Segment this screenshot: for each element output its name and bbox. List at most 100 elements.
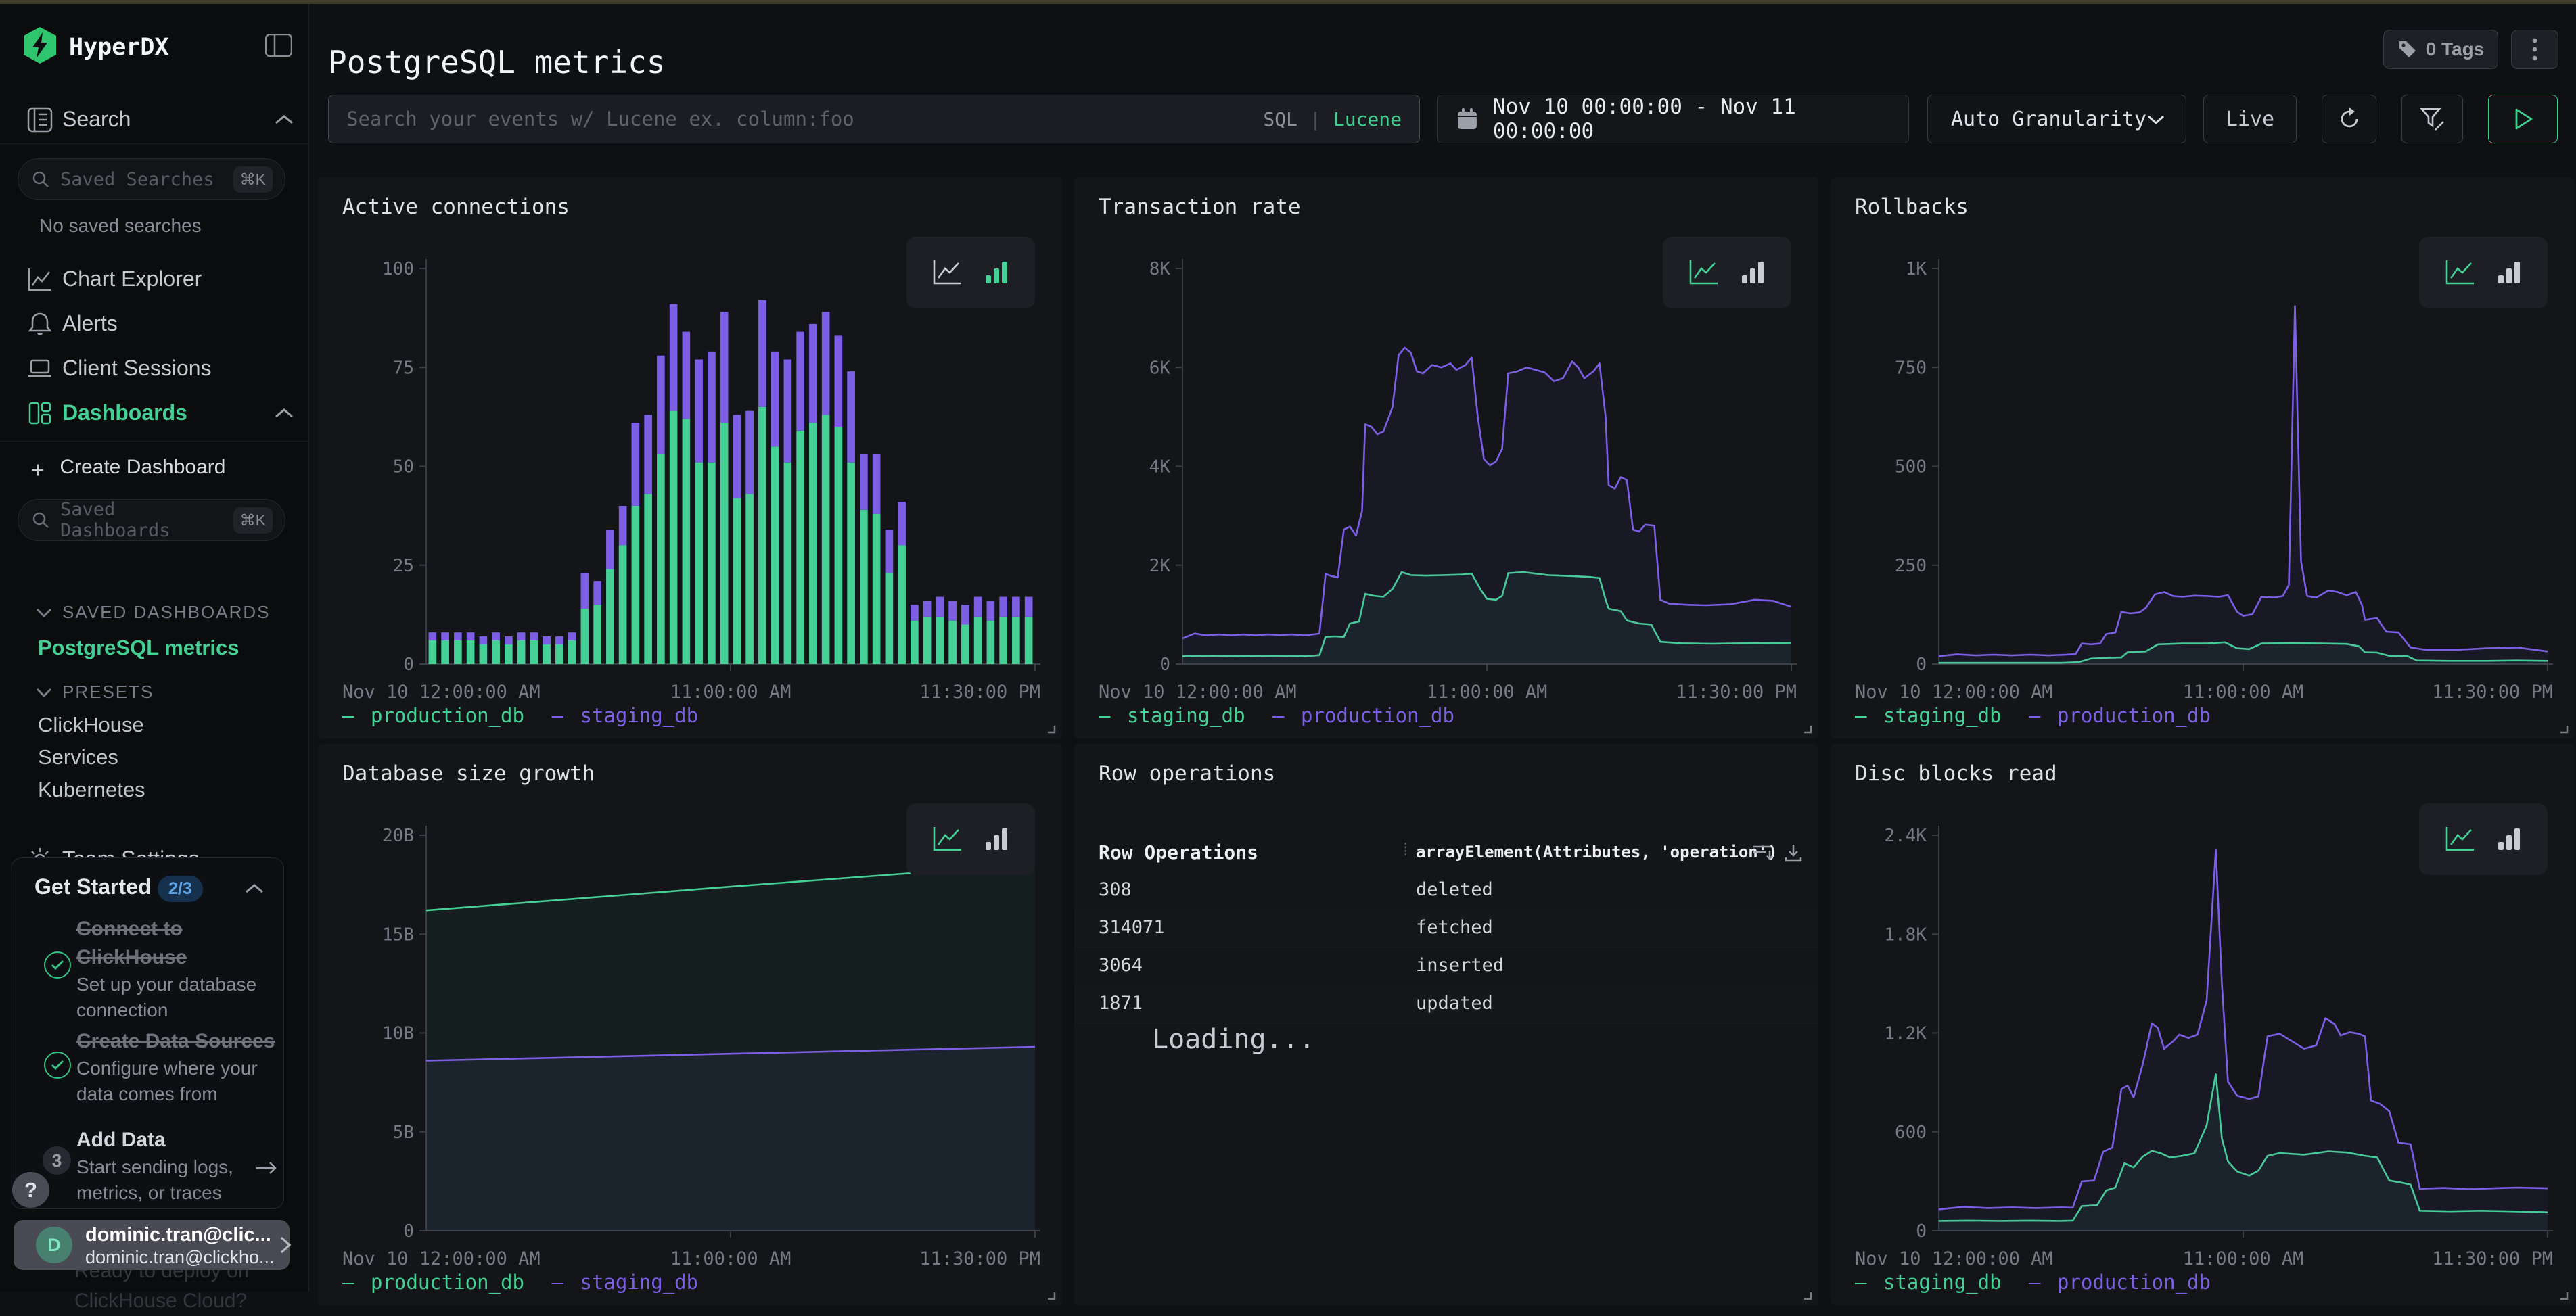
bar-chart-toggle-icon[interactable]: [982, 824, 1011, 854]
svg-text:—: —: [1099, 704, 1111, 727]
date-range-picker[interactable]: Nov 10 00:00:00 - Nov 11 00:00:00: [1437, 95, 1909, 143]
row-count: 1871: [1099, 993, 1143, 1014]
table-row[interactable]: 308 deleted: [1074, 871, 1818, 910]
bar-chart-toggle-icon[interactable]: [982, 258, 1011, 287]
sidebar-item-alerts[interactable]: Alerts: [0, 304, 308, 344]
lucene-mode-toggle[interactable]: Lucene: [1333, 108, 1402, 131]
column-header[interactable]: Row Operations: [1099, 841, 1258, 864]
sidebar-item-chart-explorer[interactable]: Chart Explorer: [0, 260, 308, 299]
table-row[interactable]: 3064 inserted: [1074, 947, 1818, 985]
sidebar-item-clickhouse[interactable]: ClickHouse: [38, 713, 144, 737]
sidebar-item-dashboards[interactable]: Dashboards: [0, 394, 308, 433]
search-icon: [30, 169, 51, 189]
line-chart-icon: [26, 265, 54, 293]
line-chart-toggle-icon[interactable]: [930, 258, 964, 287]
help-button[interactable]: ?: [12, 1172, 49, 1208]
row-operation: fetched: [1416, 917, 1493, 938]
svg-text:—: —: [2029, 704, 2041, 727]
svg-text:11:00:00 AM: 11:00:00 AM: [2183, 1248, 2304, 1269]
svg-text:6K: 6K: [1149, 358, 1171, 378]
chevron-up-icon[interactable]: [244, 883, 264, 895]
panel-disc-blocks-read: 06001.2K1.8K2.4KNov 10 12:00:00 AM11:00:…: [1831, 744, 2575, 1305]
create-dashboard-label: Create Dashboard: [60, 456, 225, 478]
search-placeholder: Search your events w/ Lucene ex. column:…: [346, 108, 1263, 131]
svg-text:production_db: production_db: [1301, 704, 1454, 728]
line-chart-toggle-icon[interactable]: [2443, 824, 2477, 854]
sidebar-item-client-sessions[interactable]: Client Sessions: [0, 349, 308, 388]
search-icon: [30, 510, 51, 530]
svg-text:—: —: [552, 704, 564, 727]
get-started-step-3[interactable]: Add Data Start sending logs,metrics, or …: [76, 1126, 233, 1206]
sidebar-item-search[interactable]: Search: [0, 100, 308, 139]
sidebar-item-postgresql-metrics[interactable]: PostgreSQL metrics: [38, 636, 239, 660]
row-count: 308: [1099, 879, 1132, 900]
saved-searches-input[interactable]: Saved Searches ⌘K: [18, 158, 285, 200]
column-header[interactable]: arrayElement(Attributes, 'operation'): [1416, 843, 1778, 862]
step-done-check-icon: [44, 951, 71, 979]
chevron-right-icon: [279, 1235, 292, 1255]
table-row[interactable]: 314071 fetched: [1074, 909, 1818, 947]
sidebar-item-services[interactable]: Services: [38, 745, 118, 770]
svg-text:15B: 15B: [382, 924, 414, 945]
filter-button[interactable]: [2401, 95, 2463, 143]
sidebar-item-label: Alerts: [62, 311, 118, 336]
chart-type-toggle: [1663, 237, 1791, 308]
step-title: Connect to: [76, 918, 183, 940]
row-operation: deleted: [1416, 879, 1493, 900]
event-search-input[interactable]: Search your events w/ Lucene ex. column:…: [328, 95, 1420, 143]
get-started-step-1[interactable]: Connect toClickHouse Set up your databas…: [76, 915, 256, 1023]
play-icon: [2513, 108, 2533, 131]
refresh-button[interactable]: [2322, 95, 2376, 143]
sql-mode-toggle[interactable]: SQL: [1263, 108, 1297, 131]
screen-top-strip: [0, 0, 2576, 4]
granularity-select[interactable]: Auto Granularity: [1927, 95, 2186, 143]
get-started-step-2[interactable]: Create Data Sources Configure where your…: [76, 1027, 275, 1107]
download-icon[interactable]: [1783, 843, 1803, 863]
panel-row-operations: Row operations Row Operations ⁞ arrayEle…: [1074, 744, 1818, 1305]
sort-icon[interactable]: [1751, 843, 1774, 863]
line-chart-toggle-icon[interactable]: [2443, 258, 2477, 287]
section-label: SAVED DASHBOARDS: [62, 602, 270, 623]
chevron-down-icon: [35, 687, 53, 698]
resize-handle[interactable]: [2558, 1290, 2569, 1301]
arrow-right-icon: [254, 1160, 279, 1176]
chart-type-toggle: [2419, 803, 2548, 875]
divider: [0, 143, 308, 144]
bar-chart-toggle-icon[interactable]: [1738, 258, 1768, 287]
step-desc: Configure where your: [76, 1058, 258, 1079]
run-query-button[interactable]: [2488, 95, 2558, 143]
tags-button[interactable]: 0 Tags: [2383, 30, 2498, 69]
resize-handle[interactable]: [1802, 1290, 1813, 1301]
sidebar-item-kubernetes[interactable]: Kubernetes: [38, 778, 145, 802]
saved-dashboards-section-header[interactable]: SAVED DASHBOARDS: [35, 602, 270, 623]
sidebar-collapse-icon[interactable]: [265, 34, 292, 57]
svg-text:11:30:00 PM: 11:30:00 PM: [2432, 1248, 2553, 1269]
line-chart-toggle-icon[interactable]: [1686, 258, 1720, 287]
svg-text:11:30:00 PM: 11:30:00 PM: [1676, 682, 1797, 703]
more-menu-button[interactable]: [2511, 30, 2558, 69]
calendar-icon: [1456, 108, 1478, 131]
bar-chart-toggle-icon[interactable]: [2494, 824, 2524, 854]
resize-handle[interactable]: [1802, 724, 1813, 734]
resize-handle[interactable]: [1046, 724, 1057, 734]
saved-dashboards-placeholder: Saved Dashboards: [60, 499, 233, 541]
table-row[interactable]: 1871 updated: [1074, 985, 1818, 1023]
user-account-card[interactable]: D dominic.tran@clic... dominic.tran@clic…: [14, 1220, 290, 1270]
page-title: PostgreSQL metrics: [328, 44, 666, 80]
svg-text:11:00:00 AM: 11:00:00 AM: [670, 1248, 791, 1269]
svg-text:production_db: production_db: [371, 704, 524, 728]
saved-dashboards-input[interactable]: Saved Dashboards ⌘K: [18, 499, 285, 541]
live-button[interactable]: Live: [2203, 95, 2297, 143]
bar-chart-toggle-icon[interactable]: [2494, 258, 2524, 287]
line-chart-toggle-icon[interactable]: [930, 824, 964, 854]
resize-handle[interactable]: [1046, 1290, 1057, 1301]
create-dashboard-button[interactable]: + Create Dashboard: [31, 456, 225, 484]
resize-handle[interactable]: [2558, 724, 2569, 734]
avatar: D: [36, 1227, 72, 1263]
svg-text:0: 0: [1916, 1221, 1927, 1242]
svg-text:production_db: production_db: [2057, 1271, 2211, 1294]
panel-title: Transaction rate: [1099, 195, 1301, 219]
sidebar-item-label: Search: [62, 107, 131, 132]
presets-section-header[interactable]: PRESETS: [35, 682, 154, 703]
chevron-down-icon: [2146, 114, 2165, 126]
